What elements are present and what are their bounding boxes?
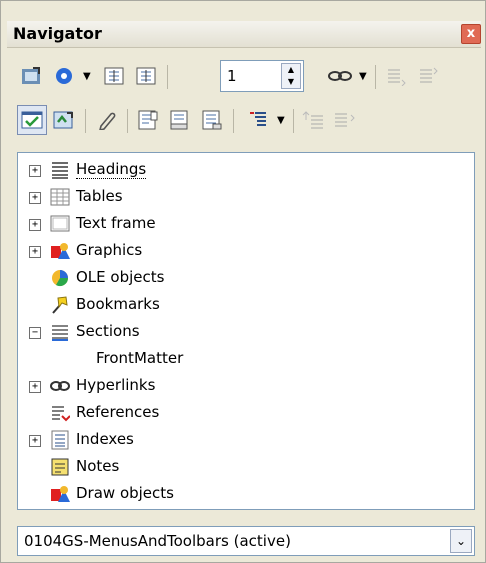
set-reminder-button[interactable] <box>49 105 79 135</box>
tree-label[interactable]: Text frame <box>76 214 156 232</box>
separator <box>85 109 86 133</box>
separator <box>167 65 168 89</box>
footer-icon <box>170 110 188 130</box>
previous-icon <box>104 67 124 85</box>
headings-icon <box>52 162 68 179</box>
demote-chapter-button[interactable] <box>331 105 361 135</box>
spinner-buttons[interactable]: ▲ ▼ <box>281 63 301 89</box>
draw-objects-icon <box>51 486 70 502</box>
tree-label[interactable]: Notes <box>76 457 119 475</box>
tree-label[interactable]: Sections <box>76 322 140 340</box>
next-button[interactable] <box>131 61 161 91</box>
expand-icon[interactable]: + <box>29 435 41 447</box>
promote-level-button[interactable] <box>381 61 411 91</box>
edit-button[interactable] <box>91 105 121 135</box>
navigation-toggle-button[interactable] <box>49 61 79 91</box>
title-bar: Navigator x <box>7 21 481 48</box>
expand-icon[interactable]: + <box>29 219 41 231</box>
spin-up-icon[interactable]: ▲ <box>282 64 300 76</box>
link-icon <box>328 71 352 81</box>
set-reminder-icon <box>53 111 73 129</box>
tree-label[interactable]: Indexes <box>76 430 134 448</box>
dropdown-arrow-icon[interactable]: ▼ <box>83 71 91 82</box>
tree-label[interactable]: FrontMatter <box>96 349 183 367</box>
ole-objects-icon <box>52 270 69 287</box>
tree-label[interactable]: Graphics <box>76 241 142 259</box>
promote-chapter-icon <box>302 111 323 129</box>
content-view-icon <box>21 111 43 129</box>
navigation-icon <box>22 67 40 84</box>
expand-icon[interactable]: + <box>29 246 41 258</box>
separator <box>293 109 294 133</box>
document-select[interactable]: 0104GS-MenusAndToolbars (active) ⌄ <box>17 526 475 556</box>
window-title: Navigator <box>13 24 102 43</box>
heading-levels-icon <box>250 112 266 126</box>
spin-down-icon[interactable]: ▼ <box>282 76 300 88</box>
page-spinner[interactable]: 1 ▲ ▼ <box>220 60 304 92</box>
tree-label[interactable]: Bookmarks <box>76 295 160 313</box>
edit-icon <box>99 112 116 130</box>
tree-label[interactable]: References <box>76 403 159 421</box>
close-button[interactable]: x <box>461 24 481 44</box>
collapse-icon[interactable]: − <box>29 327 41 339</box>
tree-label[interactable]: Tables <box>76 187 123 205</box>
references-icon <box>52 406 70 422</box>
heading-levels-button[interactable] <box>243 105 273 135</box>
expand-icon[interactable]: + <box>29 192 41 204</box>
separator <box>127 109 128 133</box>
tree-label[interactable]: OLE objects <box>76 268 164 286</box>
content-view-button[interactable] <box>17 105 47 135</box>
text-frame-icon <box>50 215 70 232</box>
tree-label[interactable]: Hyperlinks <box>76 376 155 394</box>
bookmarks-icon <box>52 296 68 314</box>
expand-icon[interactable]: + <box>29 381 41 393</box>
navigation-button[interactable] <box>17 61 47 91</box>
demote-level-button[interactable] <box>413 61 443 91</box>
tables-icon <box>50 188 70 206</box>
content-tree[interactable]: + Headings + Tables + Text frame + Graph… <box>17 152 475 510</box>
toolbar-top: ▼ 1 ▲ ▼ ▼ <box>17 58 477 96</box>
promote-chapter-button[interactable] <box>299 105 329 135</box>
link-button[interactable] <box>325 61 355 91</box>
promote-level-icon <box>388 69 406 86</box>
toolbar-bottom: ▼ <box>17 102 477 140</box>
document-select-value: 0104GS-MenusAndToolbars (active) <box>24 532 291 550</box>
dropdown-arrow-icon[interactable]: ▼ <box>359 71 367 82</box>
previous-button[interactable] <box>99 61 129 91</box>
notes-icon <box>51 458 69 476</box>
graphics-icon <box>51 243 70 259</box>
separator <box>375 65 376 89</box>
footer-button[interactable] <box>165 105 195 135</box>
next-icon <box>136 67 156 85</box>
page-spinner-value[interactable]: 1 <box>227 67 237 85</box>
tree-label[interactable]: Headings <box>76 160 147 179</box>
dot-icon <box>56 68 72 84</box>
tree-label[interactable]: Draw objects <box>76 484 174 502</box>
hyperlinks-icon <box>50 381 70 391</box>
navigator-window: Navigator x ▼ 1 ▲ ▼ ▼ ▼ + Headings + Tab… <box>0 0 486 563</box>
dropdown-arrow-icon[interactable]: ▼ <box>277 115 285 126</box>
demote-chapter-icon <box>335 113 355 127</box>
expand-icon[interactable]: + <box>29 165 41 177</box>
anchor-button[interactable] <box>197 105 227 135</box>
anchor-icon <box>202 110 222 130</box>
header-button[interactable] <box>133 105 163 135</box>
indexes-icon <box>51 430 69 450</box>
header-icon <box>138 110 158 130</box>
demote-level-icon <box>420 67 438 83</box>
sections-icon <box>52 325 68 341</box>
separator <box>233 109 234 133</box>
chevron-down-icon[interactable]: ⌄ <box>450 529 472 553</box>
